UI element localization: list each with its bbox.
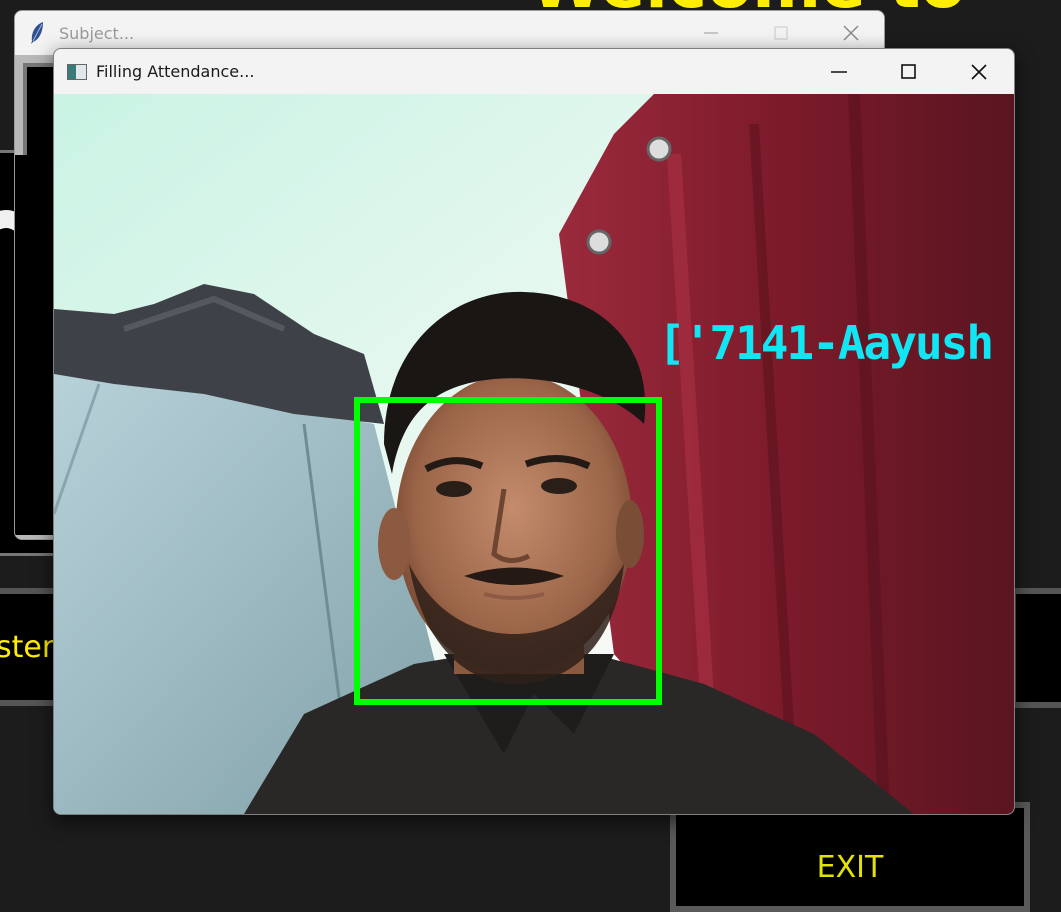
attendance-window-title: Filling Attendance... [96, 62, 255, 81]
exit-button[interactable]: EXIT [670, 802, 1030, 912]
close-icon[interactable] [944, 49, 1014, 94]
exit-button-label: EXIT [816, 850, 884, 885]
feather-icon [29, 21, 51, 45]
subject-panel [15, 155, 55, 535]
camera-scene [54, 94, 1014, 814]
register-button-label: ster [0, 629, 55, 665]
attendance-window[interactable]: Filling Attendance... ['7141-Aayush [53, 48, 1015, 815]
app-icon [67, 63, 87, 80]
subject-window-title: Subject... [59, 23, 135, 43]
right-button[interactable] [1010, 588, 1061, 708]
register-button[interactable]: ster [0, 588, 60, 706]
attendance-window-titlebar[interactable]: Filling Attendance... [54, 49, 1014, 94]
maximize-icon[interactable] [771, 23, 791, 43]
minimize-icon[interactable] [804, 49, 874, 94]
camera-feed: ['7141-Aayush [54, 94, 1014, 814]
maximize-icon[interactable] [874, 49, 944, 94]
face-recognition-label: ['7141-Aayush [658, 316, 994, 370]
close-icon[interactable] [841, 23, 861, 43]
minimize-icon[interactable] [701, 23, 721, 43]
